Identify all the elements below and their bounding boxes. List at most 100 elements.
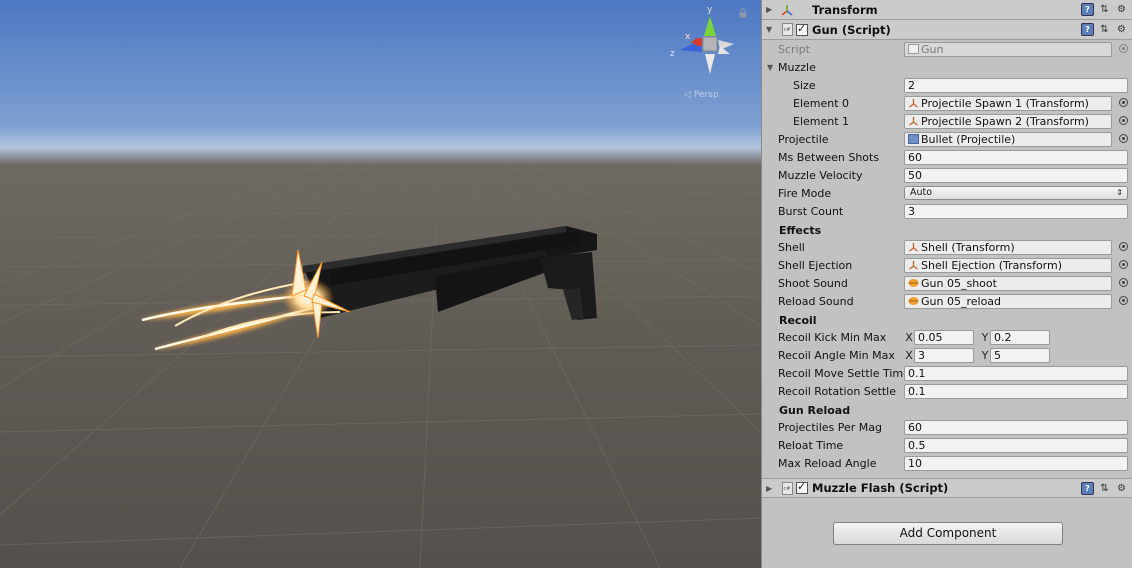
shell-ejection-label: Shell Ejection xyxy=(778,258,853,272)
recoil-angle-min-input[interactable]: 3 xyxy=(914,347,974,363)
size-input[interactable]: 2 xyxy=(904,77,1128,93)
recoil-kick-label: Recoil Kick Min Max xyxy=(778,330,887,344)
muzzle-velocity-input[interactable]: 50 xyxy=(904,167,1128,183)
shell-label: Shell xyxy=(778,240,805,254)
muzzle-velocity-row: Muzzle Velocity 50 xyxy=(762,166,1132,184)
help-icon[interactable]: ? xyxy=(1081,3,1094,16)
scene-view[interactable]: y x z ◁ Persp xyxy=(0,0,761,568)
shell-value: Shell (Transform) xyxy=(921,240,1015,254)
transform-icon xyxy=(909,116,918,126)
script-field: Gun xyxy=(904,41,1112,57)
shoot-sound-field[interactable]: Gun 05_shoot xyxy=(904,275,1112,291)
gizmo-z-label: z xyxy=(670,49,675,59)
shell-row: Shell Shell (Transform) xyxy=(762,238,1132,256)
shoot-sound-row: Shoot Sound Gun 05_shoot xyxy=(762,274,1132,292)
recoil-angle-vector: X 3 Y 5 xyxy=(904,347,1056,363)
shell-field[interactable]: Shell (Transform) xyxy=(904,239,1112,255)
add-component-button[interactable]: Add Component xyxy=(833,522,1063,545)
muzzle-element-row: Element 1 Projectile Spawn 2 (Transform) xyxy=(762,112,1132,130)
prefab-icon xyxy=(908,133,919,144)
max-reload-angle-input[interactable]: 10 xyxy=(904,455,1128,471)
shoot-sound-label: Shoot Sound xyxy=(778,276,848,290)
recoil-angle-max-input[interactable]: 5 xyxy=(990,347,1050,363)
recoil-move-settle-input[interactable]: 0.1 xyxy=(904,365,1128,381)
lock-icon[interactable] xyxy=(738,8,748,18)
shell-ejection-row: Shell Ejection Shell Ejection (Transform… xyxy=(762,256,1132,274)
reload-sound-field[interactable]: Gun 05_reload xyxy=(904,293,1112,309)
audio-clip-icon xyxy=(908,296,919,305)
max-reload-angle-row: Max Reload Angle 10 xyxy=(762,454,1132,472)
burst-count-input[interactable]: 3 xyxy=(904,203,1128,219)
projectile-field[interactable]: Bullet (Projectile) xyxy=(904,131,1112,147)
object-picker-icon[interactable] xyxy=(1119,98,1128,107)
foldout-arrow-icon[interactable]: ▶ xyxy=(766,5,776,14)
reload-time-row: Reloat Time 0.5 xyxy=(762,436,1132,454)
foldout-arrow-icon[interactable]: ▼ xyxy=(766,25,776,34)
projection-label[interactable]: ◁ Persp xyxy=(684,90,719,100)
gun-script-title: Gun (Script) xyxy=(812,22,891,37)
gear-icon[interactable]: ⚙ xyxy=(1115,23,1128,36)
projectile-value: Bullet (Projectile) xyxy=(921,132,1016,146)
reload-time-input[interactable]: 0.5 xyxy=(904,437,1128,453)
recoil-kick-max-input[interactable]: 0.2 xyxy=(990,329,1050,345)
element-label: Element 1 xyxy=(793,114,850,128)
object-picker-icon[interactable] xyxy=(1119,242,1128,251)
y-axis-label: Y xyxy=(981,348,989,362)
object-picker-icon[interactable] xyxy=(1119,116,1128,125)
shoot-sound-value: Gun 05_shoot xyxy=(921,276,997,290)
max-reload-angle-label: Max Reload Angle xyxy=(778,456,877,470)
muzzle-label: Muzzle xyxy=(778,60,816,74)
gun-script-enabled-checkbox[interactable] xyxy=(796,22,808,36)
preset-icon[interactable]: ⇅ xyxy=(1098,482,1111,495)
object-picker-icon[interactable] xyxy=(1119,278,1128,287)
muzzle-flash-enabled-checkbox[interactable] xyxy=(796,480,808,494)
reload-sound-value: Gun 05_reload xyxy=(921,294,1002,308)
element-0-value: Projectile Spawn 1 (Transform) xyxy=(921,96,1089,110)
script-icon: c# xyxy=(780,23,794,37)
recoil-kick-min-input[interactable]: 0.05 xyxy=(914,329,974,345)
gear-icon[interactable]: ⚙ xyxy=(1115,3,1128,16)
recoil-rotation-settle-input[interactable]: 0.1 xyxy=(904,383,1128,399)
size-label: Size xyxy=(793,78,816,92)
preset-icon[interactable]: ⇅ xyxy=(1098,23,1111,36)
fire-mode-dropdown[interactable]: Auto ⇕ xyxy=(904,186,1128,200)
object-picker-icon[interactable] xyxy=(1119,260,1128,269)
foldout-arrow-icon[interactable]: ▼ xyxy=(767,63,773,72)
reload-time-label: Reloat Time xyxy=(778,438,844,452)
shell-ejection-value: Shell Ejection (Transform) xyxy=(921,258,1063,272)
gizmo-x-label: x xyxy=(685,32,691,42)
transform-component-header[interactable]: ▶ Transform ? ⇅ ⚙ xyxy=(762,0,1132,20)
burst-count-row: Burst Count 3 xyxy=(762,202,1132,220)
projectiles-per-mag-input[interactable]: 60 xyxy=(904,419,1128,435)
x-axis-label: X xyxy=(905,348,913,362)
recoil-move-settle-row: Recoil Move Settle Time 0.1 xyxy=(762,364,1132,382)
help-icon[interactable]: ? xyxy=(1081,482,1094,495)
recoil-angle-label: Recoil Angle Min Max xyxy=(778,348,895,362)
burst-count-label: Burst Count xyxy=(778,204,844,218)
script-row: Script Gun xyxy=(762,40,1132,58)
object-picker-icon[interactable] xyxy=(1119,296,1128,305)
recoil-kick-row: Recoil Kick Min Max X 0.05 Y 0.2 xyxy=(762,328,1132,346)
transform-icon xyxy=(909,260,918,270)
element-0-field[interactable]: Projectile Spawn 1 (Transform) xyxy=(904,95,1112,111)
foldout-arrow-icon[interactable]: ▶ xyxy=(766,484,776,493)
effects-header: Effects xyxy=(762,220,1132,238)
shell-ejection-field[interactable]: Shell Ejection (Transform) xyxy=(904,257,1112,273)
help-icon[interactable]: ? xyxy=(1081,23,1094,36)
recoil-header: Recoil xyxy=(762,310,1132,328)
element-1-value: Projectile Spawn 2 (Transform) xyxy=(921,114,1089,128)
element-label: Element 0 xyxy=(793,96,850,110)
muzzle-flash-component-header[interactable]: ▶ c# Muzzle Flash (Script) ? ⇅ ⚙ xyxy=(762,478,1132,498)
gun-script-component-header[interactable]: ▼ c# Gun (Script) ? ⇅ ⚙ xyxy=(762,20,1132,40)
gear-icon[interactable]: ⚙ xyxy=(1115,482,1128,495)
preset-icon[interactable]: ⇅ xyxy=(1098,3,1111,16)
ms-between-shots-input[interactable]: 60 xyxy=(904,149,1128,165)
object-picker-icon[interactable] xyxy=(1119,134,1128,143)
ms-between-shots-label: Ms Between Shots xyxy=(778,150,880,164)
element-1-field[interactable]: Projectile Spawn 2 (Transform) xyxy=(904,113,1112,129)
recoil-move-settle-label: Recoil Move Settle Time xyxy=(778,366,904,380)
gun-model[interactable] xyxy=(303,226,597,320)
muzzle-foldout-row[interactable]: ▼ Muzzle xyxy=(762,58,1132,76)
recoil-rotation-settle-label: Recoil Rotation Settle xyxy=(778,384,897,398)
recoil-angle-row: Recoil Angle Min Max X 3 Y 5 xyxy=(762,346,1132,364)
